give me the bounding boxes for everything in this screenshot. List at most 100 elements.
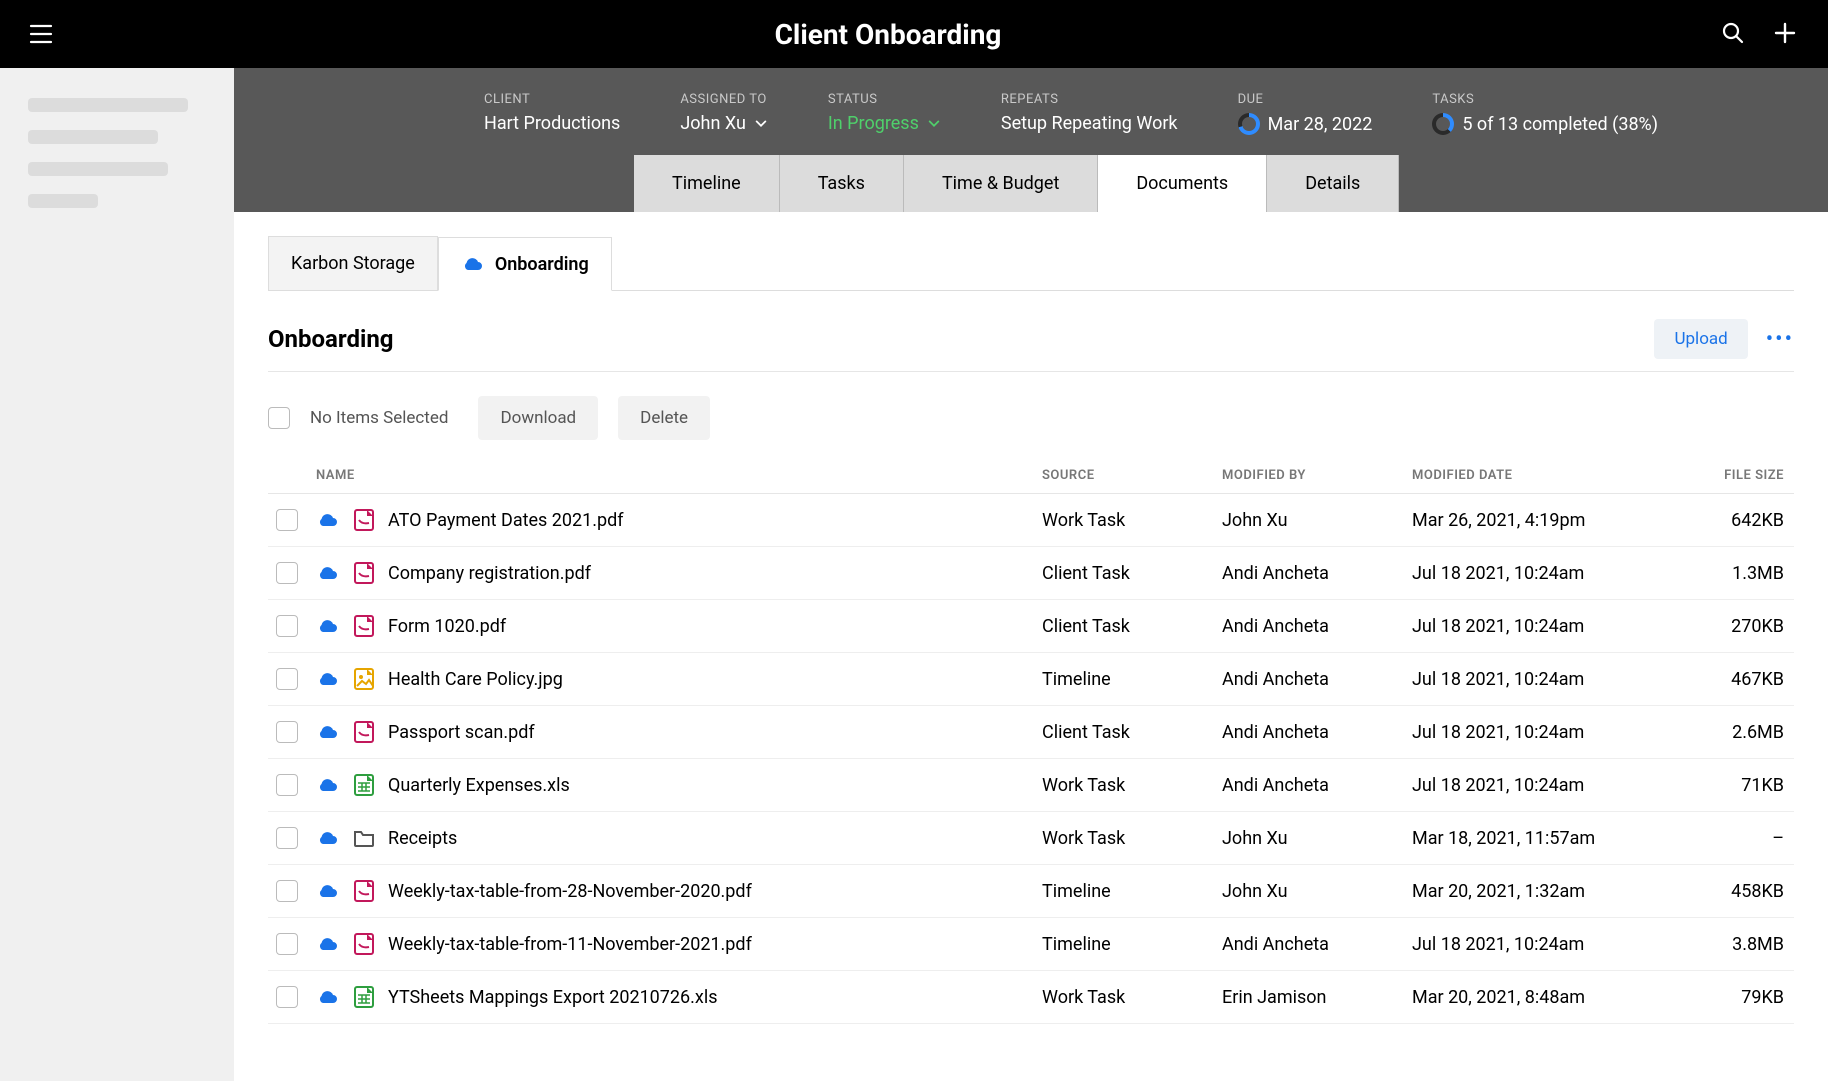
storage-tab-onboarding-label: Onboarding (495, 254, 589, 275)
meta-due-label: DUE (1238, 92, 1373, 107)
meta-due: DUE Mar 28, 2022 (1238, 92, 1373, 135)
meta-repeats-value[interactable]: Setup Repeating Work (1001, 113, 1178, 134)
table-row[interactable]: Weekly-tax-table-from-11-November-2021.p… (268, 918, 1794, 971)
file-source: Timeline (1034, 653, 1214, 706)
file-size: 1.3MB (1654, 547, 1794, 600)
row-checkbox[interactable] (276, 562, 298, 584)
select-all-checkbox[interactable] (268, 407, 290, 429)
file-modified-by: John Xu (1214, 812, 1404, 865)
storage-tab-karbon[interactable]: Karbon Storage (268, 236, 438, 290)
table-row[interactable]: ATO Payment Dates 2021.pdfWork TaskJohn … (268, 494, 1794, 547)
tasks-progress-icon (1432, 113, 1454, 135)
meta-status-value[interactable]: In Progress (828, 113, 941, 134)
tab-documents[interactable]: Documents (1098, 155, 1267, 212)
delete-button[interactable]: Delete (618, 396, 710, 440)
file-modified-date: Jul 18 2021, 10:24am (1404, 706, 1654, 759)
meta-repeats-label: REPEATS (1001, 92, 1178, 107)
toolbar: No Items Selected Download Delete (268, 384, 1794, 458)
meta-tasks-label: TASKS (1432, 92, 1658, 107)
table-row[interactable]: Company registration.pdfClient TaskAndi … (268, 547, 1794, 600)
cloud-icon (316, 508, 340, 532)
tab-details[interactable]: Details (1267, 155, 1399, 212)
tab-time-budget[interactable]: Time & Budget (904, 155, 1098, 212)
file-size: 467KB (1654, 653, 1794, 706)
menu-icon[interactable] (28, 20, 56, 48)
topbar: Client Onboarding (0, 0, 1828, 68)
table-row[interactable]: YTSheets Mappings Export 20210726.xlsWor… (268, 971, 1794, 1024)
row-checkbox[interactable] (276, 827, 298, 849)
file-name: ATO Payment Dates 2021.pdf (388, 510, 624, 531)
meta-tasks: TASKS 5 of 13 completed (38%) (1432, 92, 1658, 135)
file-size: 3.8MB (1654, 918, 1794, 971)
xls-icon (352, 773, 376, 797)
file-source: Work Task (1034, 759, 1214, 812)
table-row[interactable]: Form 1020.pdfClient TaskAndi AnchetaJul … (268, 600, 1794, 653)
chevron-down-icon (754, 117, 768, 131)
file-name: Form 1020.pdf (388, 616, 506, 637)
meta-header: CLIENT Hart Productions ASSIGNED TO John… (234, 68, 1828, 212)
table-row[interactable]: Quarterly Expenses.xlsWork TaskAndi Anch… (268, 759, 1794, 812)
meta-status-label: STATUS (828, 92, 941, 107)
sidebar-placeholder (28, 194, 98, 208)
storage-tab-onboarding[interactable]: Onboarding (438, 237, 612, 291)
row-checkbox[interactable] (276, 774, 298, 796)
meta-due-value[interactable]: Mar 28, 2022 (1238, 113, 1373, 135)
col-source[interactable]: SOURCE (1034, 458, 1214, 494)
tab-tasks[interactable]: Tasks (780, 155, 904, 212)
file-modified-date: Jul 18 2021, 10:24am (1404, 600, 1654, 653)
row-checkbox[interactable] (276, 509, 298, 531)
cloud-icon (316, 932, 340, 956)
table-row[interactable]: ReceiptsWork TaskJohn XuMar 18, 2021, 11… (268, 812, 1794, 865)
col-modified-date[interactable]: MODIFIED DATE (1404, 458, 1654, 494)
row-checkbox[interactable] (276, 615, 298, 637)
tab-timeline[interactable]: Timeline (634, 155, 780, 212)
file-modified-date: Jul 18 2021, 10:24am (1404, 653, 1654, 706)
row-checkbox[interactable] (276, 880, 298, 902)
pdf-icon (352, 561, 376, 585)
pdf-icon (352, 508, 376, 532)
cloud-icon (316, 985, 340, 1009)
search-icon[interactable] (1720, 20, 1748, 48)
col-name[interactable]: NAME (308, 458, 1034, 494)
col-file-size[interactable]: FILE SIZE (1654, 458, 1794, 494)
file-name: Weekly-tax-table-from-28-November-2020.p… (388, 881, 752, 902)
file-size: 458KB (1654, 865, 1794, 918)
cloud-icon (316, 826, 340, 850)
file-size: 79KB (1654, 971, 1794, 1024)
download-button[interactable]: Download (478, 396, 598, 440)
meta-due-text: Mar 28, 2022 (1268, 114, 1373, 135)
table-row[interactable]: Weekly-tax-table-from-28-November-2020.p… (268, 865, 1794, 918)
file-name: YTSheets Mappings Export 20210726.xls (388, 987, 718, 1008)
more-actions-icon[interactable]: ••• (1766, 327, 1794, 352)
file-modified-by: Andi Ancheta (1214, 918, 1404, 971)
row-checkbox[interactable] (276, 986, 298, 1008)
folder-icon (352, 826, 376, 850)
table-row[interactable]: Health Care Policy.jpgTimelineAndi Anche… (268, 653, 1794, 706)
file-modified-by: Erin Jamison (1214, 971, 1404, 1024)
row-checkbox[interactable] (276, 668, 298, 690)
file-name: Health Care Policy.jpg (388, 669, 563, 690)
row-checkbox[interactable] (276, 933, 298, 955)
meta-client-value[interactable]: Hart Productions (484, 113, 620, 134)
file-source: Client Task (1034, 547, 1214, 600)
chevron-down-icon (927, 117, 941, 131)
meta-assigned-value[interactable]: John Xu (680, 113, 768, 134)
add-icon[interactable] (1772, 20, 1800, 48)
table-row[interactable]: Passport scan.pdfClient TaskAndi Ancheta… (268, 706, 1794, 759)
file-source: Client Task (1034, 600, 1214, 653)
file-source: Timeline (1034, 865, 1214, 918)
cloud-icon (316, 720, 340, 744)
col-modified-by[interactable]: MODIFIED BY (1214, 458, 1404, 494)
row-checkbox[interactable] (276, 721, 298, 743)
files-table: NAME SOURCE MODIFIED BY MODIFIED DATE FI… (268, 458, 1794, 1024)
cloud-icon (461, 252, 485, 276)
file-name: Passport scan.pdf (388, 722, 535, 743)
meta-tasks-value[interactable]: 5 of 13 completed (38%) (1432, 113, 1658, 135)
upload-button[interactable]: Upload (1654, 319, 1747, 359)
file-size: 2.6MB (1654, 706, 1794, 759)
cloud-icon (316, 879, 340, 903)
cloud-icon (316, 773, 340, 797)
storage-tabs: Karbon Storage Onboarding (268, 236, 1794, 291)
file-source: Work Task (1034, 494, 1214, 547)
meta-assigned: ASSIGNED TO John Xu (680, 92, 768, 135)
